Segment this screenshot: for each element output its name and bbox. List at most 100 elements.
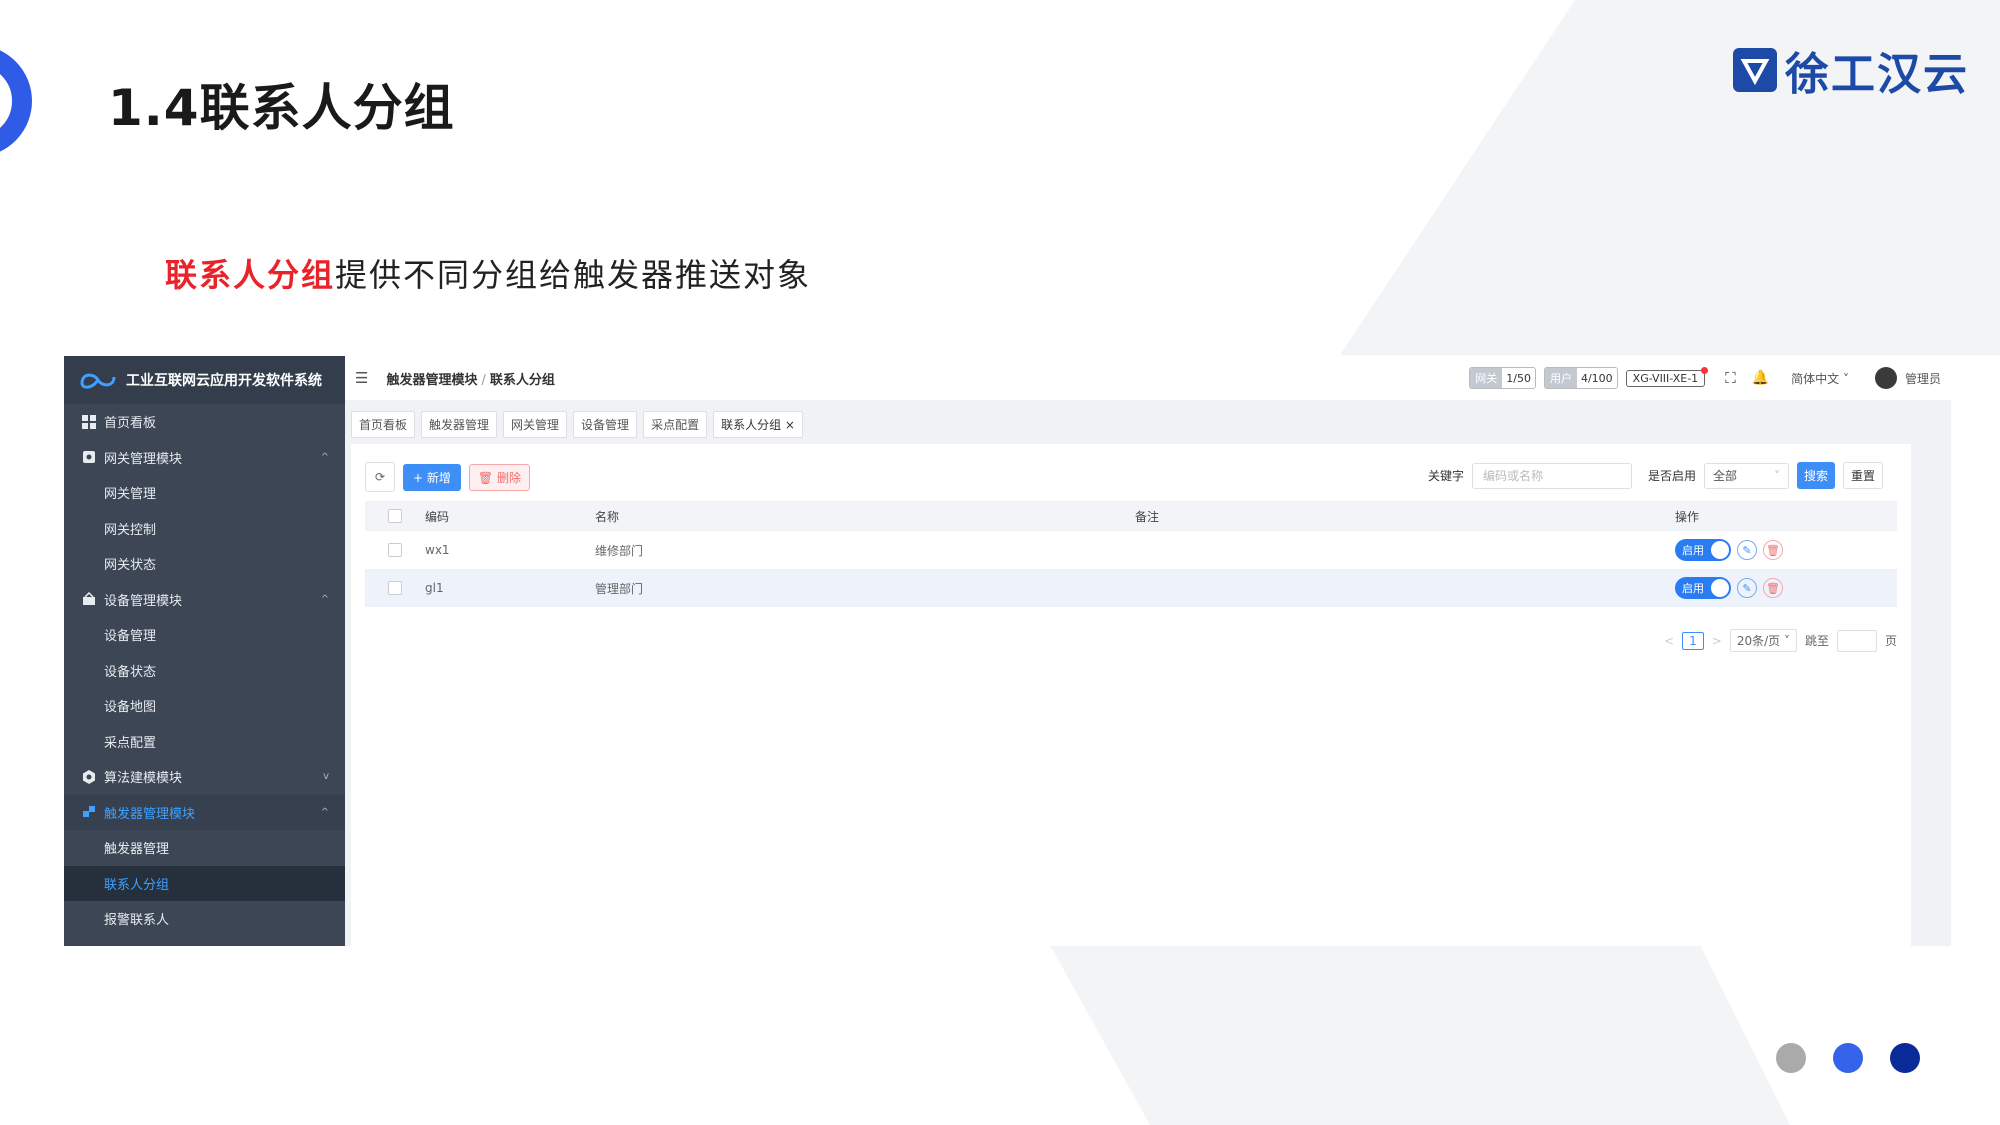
enable-toggle[interactable]: 启用 — [1675, 539, 1731, 561]
enable-toggle[interactable]: 启用 — [1675, 577, 1731, 599]
cell-code: wx1 — [425, 543, 450, 557]
page-number[interactable]: 1 — [1682, 631, 1704, 650]
page-size-select[interactable]: 20条/页 ˅ — [1729, 629, 1797, 652]
description-highlight: 联系人分组 — [165, 256, 336, 294]
tab-dashboard[interactable]: 首页看板 — [351, 410, 416, 438]
tab-device-manage[interactable]: 设备管理 — [573, 410, 638, 438]
sidebar-item-gateway-status[interactable]: 网关状态 — [64, 546, 345, 582]
badge-value: 1/50 — [1502, 368, 1535, 388]
description-text: 提供不同分组给触发器推送对象 — [335, 256, 812, 294]
reset-button[interactable]: 重置 — [1842, 462, 1883, 489]
language-select[interactable]: 简体中文 ˅ — [1791, 370, 1849, 387]
top-bar: ☰ 触发器管理模块 / 联系人分组 网关 1/50 用户 4/100 XG-VIII-X… — [345, 356, 1951, 400]
tab-label: 联系人分组 — [721, 417, 782, 432]
add-label: 新增 — [426, 470, 451, 485]
delete-icon[interactable]: 🗑 — [1763, 540, 1783, 560]
avatar[interactable] — [1874, 367, 1897, 389]
badge-key: 用户 — [1544, 368, 1577, 388]
cell-code: gl1 — [425, 581, 444, 595]
device-tag-label: XG-VIII-XE-1 — [1632, 371, 1699, 385]
sidebar-item-gateway-manage[interactable]: 网关管理 — [64, 475, 345, 511]
fullscreen-icon[interactable]: ⛶ — [1725, 369, 1736, 387]
sidebar-item-label: 首页看板 — [104, 416, 157, 432]
sidebar-item-contact-group[interactable]: 联系人分组 — [64, 865, 345, 901]
bell-icon[interactable]: 🔔 — [1752, 370, 1769, 386]
refresh-button[interactable]: ⟳ — [365, 462, 395, 492]
xcmg-logo-icon — [1733, 48, 1777, 92]
dot-indicator — [1776, 1043, 1806, 1073]
sidebar-item-label: 采点配置 — [104, 735, 157, 751]
enabled-value: 全部 — [1712, 469, 1737, 483]
search-button[interactable]: 搜索 — [1796, 462, 1835, 489]
content-card: ⟳ + 新增 🗑 删除 关键字 编码或名称 是否启用 全部 ˅ 搜索 重置 编码 … — [351, 444, 1911, 946]
page-size-value: 20条/页 — [1736, 634, 1781, 648]
edit-icon[interactable]: ✎ — [1737, 540, 1757, 560]
goto-page-input[interactable] — [1836, 629, 1877, 652]
plus-icon: + — [413, 470, 427, 485]
language-label: 简体中文 — [1791, 371, 1840, 386]
delete-icon[interactable]: 🗑 — [1763, 578, 1783, 598]
username[interactable]: 管理员 — [1905, 370, 1941, 387]
sidebar-group-trigger[interactable]: 触发器管理模块 ^ — [64, 794, 345, 830]
tab-point-config[interactable]: 采点配置 — [643, 410, 708, 438]
enabled-label: 是否启用 — [1647, 469, 1696, 483]
cell-operations: 启用 ✎ 🗑 — [1675, 577, 1897, 599]
sidebar-item-trigger-manage[interactable]: 触发器管理 — [64, 830, 345, 866]
keyword-label: 关键字 — [1427, 469, 1464, 483]
sidebar-item-label: 触发器管理 — [104, 842, 170, 858]
main-area: ☰ 触发器管理模块 / 联系人分组 网关 1/50 用户 4/100 XG-VIII-X… — [345, 356, 1951, 946]
app-window: 工业互联网云应用开发软件系统 首页看板 网关管理模块 ^ 网关管理 网关控制 网… — [64, 356, 1951, 946]
sidebar-item-label: 设备管理 — [104, 629, 157, 645]
sidebar-item-device-status[interactable]: 设备状态 — [64, 653, 345, 689]
sidebar-item-label: 联系人分组 — [104, 877, 170, 893]
column-header-name: 名称 — [595, 509, 620, 524]
prev-page-button[interactable]: < — [1664, 634, 1674, 648]
slide-description: 联系人分组提供不同分组给触发器推送对象 — [165, 250, 811, 296]
enabled-select[interactable]: 全部 ˅ — [1703, 462, 1789, 489]
toggle-knob — [1711, 579, 1729, 597]
sidebar-item-alarm-contact[interactable]: 报警联系人 — [64, 901, 345, 937]
sidebar-item-device-manage[interactable]: 设备管理 — [64, 617, 345, 653]
sidebar-header: 工业互联网云应用开发软件系统 — [64, 356, 345, 404]
chevron-down-icon: v — [323, 771, 329, 783]
sidebar-item-label: 设备地图 — [104, 700, 157, 716]
row-checkbox[interactable] — [388, 543, 402, 557]
delete-button[interactable]: 🗑 删除 — [468, 463, 530, 491]
sidebar-group-device[interactable]: 设备管理模块 ^ — [64, 582, 345, 618]
dot-indicator — [1890, 1043, 1920, 1073]
edit-icon[interactable]: ✎ — [1737, 578, 1757, 598]
sidebar-item-label: 设备管理模块 — [104, 593, 183, 609]
device-tag[interactable]: XG-VIII-XE-1 — [1625, 366, 1709, 387]
sidebar-item-point-config[interactable]: 采点配置 — [64, 724, 345, 760]
sidebar-item-label: 触发器管理模块 — [104, 806, 196, 822]
brand-name: 徐工汉云 — [1785, 49, 1969, 100]
table-row[interactable]: wx1 维修部门 启用 ✎ 🗑 — [365, 531, 1897, 569]
sidebar-group-algorithm[interactable]: 算法建模模块 v — [64, 759, 345, 795]
sidebar-item-dashboard[interactable]: 首页看板 — [64, 404, 345, 440]
cell-operations: 启用 ✎ 🗑 — [1675, 539, 1897, 561]
gateway-icon — [82, 450, 96, 464]
select-all-checkbox[interactable] — [388, 509, 402, 523]
gateway-quota-badge: 网关 1/50 — [1469, 367, 1536, 389]
chevron-up-icon: ^ — [320, 806, 329, 818]
sidebar-item-device-map[interactable]: 设备地图 — [64, 688, 345, 724]
sidebar-item-gateway-control[interactable]: 网关控制 — [64, 511, 345, 547]
tab-gateway-manage[interactable]: 网关管理 — [503, 410, 568, 438]
row-checkbox[interactable] — [388, 581, 402, 595]
table-row[interactable]: gl1 管理部门 启用 ✎ 🗑 — [365, 569, 1897, 607]
keyword-input[interactable]: 编码或名称 — [1471, 462, 1632, 489]
next-page-button[interactable]: > — [1712, 634, 1722, 648]
sidebar-group-gateway[interactable]: 网关管理模块 ^ — [64, 440, 345, 476]
toolbar: ⟳ + 新增 🗑 删除 关键字 编码或名称 是否启用 全部 ˅ 搜索 重置 — [365, 462, 1897, 492]
dot-indicator — [1833, 1043, 1863, 1073]
sidebar-item-label: 网关管理模块 — [104, 451, 183, 467]
tab-trigger-manage[interactable]: 触发器管理 — [421, 410, 498, 438]
menu-fold-icon[interactable]: ☰ — [355, 369, 368, 387]
tab-contact-group[interactable]: 联系人分组 × — [713, 410, 803, 438]
add-button[interactable]: + 新增 — [403, 463, 461, 491]
close-icon[interactable]: × — [785, 418, 795, 432]
toggle-label: 启用 — [1682, 544, 1704, 557]
breadcrumb-current: 联系人分组 — [489, 372, 555, 388]
chevron-down-icon: ˅ — [1773, 468, 1780, 483]
breadcrumb-parent[interactable]: 触发器管理模块 — [386, 373, 477, 388]
